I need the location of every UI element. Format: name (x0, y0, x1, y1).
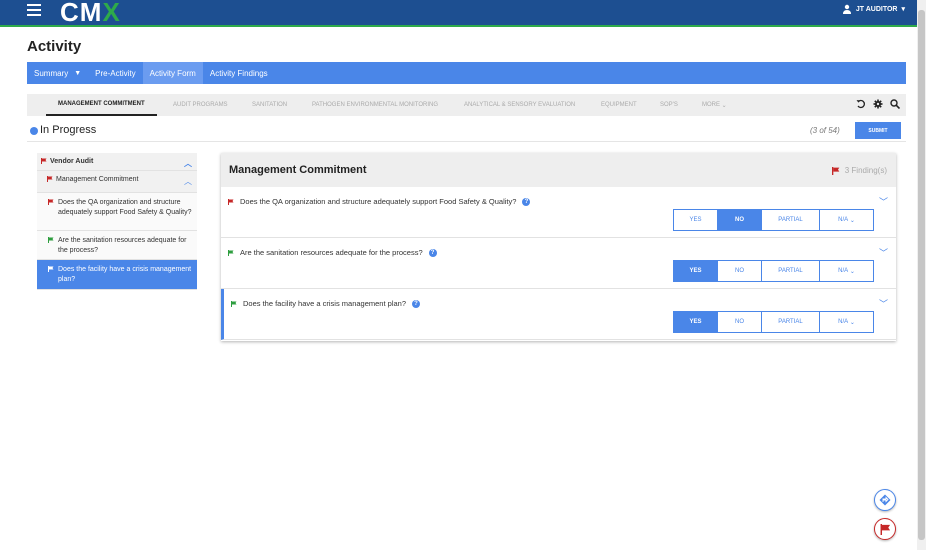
search-icon[interactable] (890, 99, 900, 109)
tree-item-sanitation-resources[interactable]: Are the sanitation resources adequate fo… (37, 231, 197, 260)
chevron-up-icon[interactable]: ︿ (184, 158, 192, 169)
top-bar: CMX JT AUDITOR ▾ (0, 0, 917, 27)
tab-analytical-sensory-evaluation[interactable]: ANALYTICAL & SENSORY EVALUATION (464, 94, 575, 116)
nav-pre-activity[interactable]: Pre-Activity (88, 62, 142, 84)
panel-title: Management Commitment (229, 164, 367, 176)
red-flag-icon (47, 176, 53, 183)
tab-tools (856, 99, 900, 109)
gear-icon[interactable] (873, 99, 883, 109)
tab-equipment[interactable]: EQUIPMENT (601, 94, 637, 116)
tab-sops[interactable]: SOP'S (660, 94, 678, 116)
chevron-down-icon: ⌄ (849, 217, 855, 224)
chevron-up-icon[interactable]: ︿ (184, 176, 192, 187)
findings-count[interactable]: 3 Finding(s) (831, 166, 887, 175)
menu-icon[interactable] (27, 4, 41, 18)
question-row: Are the sanitation resources adequate fo… (221, 238, 896, 289)
flag-icon (48, 266, 54, 272)
answer-na-dropdown[interactable]: N/A ⌄ (820, 210, 873, 230)
navigate-fab-button[interactable] (874, 489, 896, 511)
user-name: JT AUDITOR (855, 5, 898, 13)
nav-activity-findings[interactable]: Activity Findings (203, 62, 275, 84)
tab-audit-programs[interactable]: AUDIT PROGRAMS (173, 94, 228, 116)
chevron-down-icon: ⌄ (849, 268, 855, 275)
nav-activity-form[interactable]: Activity Form (142, 62, 203, 84)
red-flag-icon (831, 166, 840, 175)
help-icon[interactable]: ? (522, 197, 531, 206)
progress-count: (3 of 54) (810, 126, 840, 135)
tree-section-management-commitment[interactable]: Management Commitment ︿ (37, 171, 197, 193)
user-menu[interactable]: JT AUDITOR ▾ (842, 4, 905, 14)
answer-yes-button[interactable]: YES (674, 312, 718, 332)
green-flag-icon (228, 249, 234, 256)
answer-partial-button[interactable]: PARTIAL (762, 261, 820, 281)
section-tabs: MANAGEMENT COMMITMENT AUDIT PROGRAMS SAN… (27, 94, 906, 116)
answer-yes-button[interactable]: YES (674, 210, 718, 230)
activity-nav: Summary ▼ Pre-Activity Activity Form Acti… (27, 62, 906, 84)
help-icon[interactable]: ? (428, 248, 437, 257)
green-flag-icon (48, 237, 54, 243)
chevron-down-icon: ⌄ (720, 102, 727, 109)
tree-item-qa-organization[interactable]: Does the QA organization and structure a… (37, 193, 197, 231)
chevron-down-icon[interactable]: ﹀ (879, 297, 888, 310)
question-text: Are the sanitation resources adequate fo… (228, 248, 437, 257)
tab-pathogen-environmental-monitoring[interactable]: PATHOGEN ENVIRONMENTAL MONITORING (312, 94, 438, 116)
chevron-down-icon: ▾ (901, 6, 905, 13)
question-tree: Vendor Audit ︿ Management Commitment ︿ D… (37, 153, 197, 290)
question-row-active: Does the facility have a crisis manageme… (221, 289, 896, 340)
status-text: In Progress (40, 124, 97, 136)
green-flag-icon (231, 300, 237, 307)
flag-icon (880, 523, 890, 535)
info-icon (30, 127, 38, 135)
answer-buttons: YES NO PARTIAL N/A ⌄ (673, 260, 874, 282)
question-text: Does the facility have a crisis manageme… (231, 299, 421, 308)
submit-button[interactable]: SUBMIT (855, 122, 901, 139)
question-row: Does the QA organization and structure a… (221, 187, 896, 238)
answer-na-dropdown[interactable]: N/A ⌄ (820, 261, 873, 281)
directions-icon (879, 494, 891, 506)
user-icon (842, 4, 851, 14)
tree-root-vendor-audit[interactable]: Vendor Audit ︿ (37, 153, 197, 171)
question-text: Does the QA organization and structure a… (228, 197, 531, 206)
page-title: Activity (27, 38, 82, 55)
chevron-down-icon[interactable]: ﹀ (879, 246, 888, 259)
red-flag-icon (41, 158, 47, 165)
tree-item-crisis-management[interactable]: Does the facility have a crisis manageme… (37, 260, 197, 290)
tab-management-commitment[interactable]: MANAGEMENT COMMITMENT (46, 94, 157, 116)
chevron-down-icon[interactable]: ﹀ (879, 195, 888, 208)
answer-buttons: YES NO PARTIAL N/A ⌄ (673, 311, 874, 333)
red-flag-icon (48, 199, 54, 205)
answer-yes-button[interactable]: YES (674, 261, 718, 281)
answer-partial-button[interactable]: PARTIAL (762, 210, 820, 230)
panel-header: Management Commitment 3 Finding(s) (221, 153, 896, 187)
tab-more[interactable]: MORE ⌄ (702, 94, 727, 116)
scrollbar-thumb[interactable] (918, 10, 925, 540)
flag-fab-button[interactable] (874, 518, 896, 540)
answer-no-button[interactable]: NO (718, 210, 762, 230)
chevron-down-icon: ⌄ (849, 319, 855, 326)
answer-na-dropdown[interactable]: N/A ⌄ (820, 312, 873, 332)
answer-partial-button[interactable]: PARTIAL (762, 312, 820, 332)
app-logo[interactable]: CMX (60, 0, 121, 28)
help-icon[interactable]: ? (412, 299, 421, 308)
status-bar: In Progress (3 of 54) SUBMIT (27, 120, 906, 142)
tab-sanitation[interactable]: SANITATION (252, 94, 287, 116)
questions-panel: Management Commitment 3 Finding(s) Does … (221, 153, 896, 341)
nav-summary[interactable]: Summary ▼ (27, 62, 88, 84)
red-flag-icon (228, 198, 234, 205)
undo-icon[interactable] (856, 99, 866, 109)
caret-down-icon[interactable]: ▼ (74, 70, 81, 77)
answer-no-button[interactable]: NO (718, 261, 762, 281)
answer-buttons: YES NO PARTIAL N/A ⌄ (673, 209, 874, 231)
page-scrollbar[interactable] (917, 0, 926, 550)
answer-no-button[interactable]: NO (718, 312, 762, 332)
